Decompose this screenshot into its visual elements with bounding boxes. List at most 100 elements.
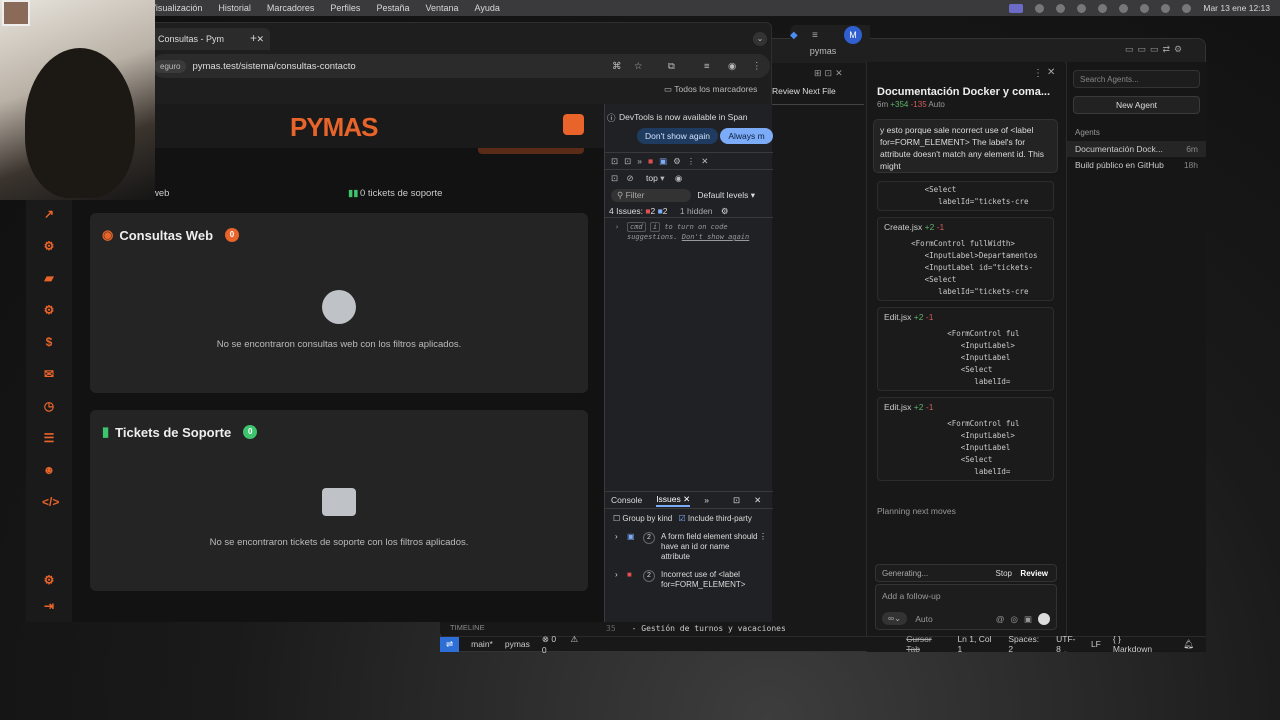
dollar-icon[interactable]: $: [42, 335, 56, 349]
chevron-right-icon[interactable]: ›: [615, 570, 618, 580]
diff-card[interactable]: Edit.jsx +2 -1 <FormControl ful <InputLa…: [877, 307, 1054, 391]
search-agents-input[interactable]: Search Agents...: [1073, 70, 1200, 88]
more-tabs-icon[interactable]: »: [704, 495, 709, 505]
project-name[interactable]: pymas: [505, 639, 530, 649]
issues-summary[interactable]: 4 Issues: ■2 ■2 1 hidden ⚙: [605, 204, 773, 218]
new-tab-button[interactable]: +: [250, 31, 257, 45]
menu-item-view[interactable]: Visualización: [150, 3, 202, 13]
gear-icon[interactable]: ⚙: [42, 239, 56, 253]
code-icon[interactable]: </>: [42, 495, 59, 509]
encoding[interactable]: UTF-8: [1056, 634, 1079, 654]
git-branch[interactable]: main*: [471, 639, 493, 649]
menu-item-help[interactable]: Ayuda: [475, 3, 500, 13]
control-center-icon[interactable]: [1182, 3, 1192, 13]
reading-list-icon[interactable]: ≡: [704, 61, 710, 72]
menu-item-history[interactable]: Historial: [218, 3, 251, 13]
dont-show-again-button[interactable]: Don't show again: [637, 128, 718, 144]
menu-item-profiles[interactable]: Perfiles: [330, 3, 360, 13]
agent-item[interactable]: Documentación Dock... 6m: [1067, 141, 1206, 157]
context-select[interactable]: top: [646, 173, 658, 183]
gear-icon[interactable]: ⚙: [42, 573, 56, 587]
tasks-icon[interactable]: ☰: [42, 431, 56, 445]
model-select[interactable]: Auto: [915, 614, 933, 624]
notifications-icon[interactable]: 🔔︎: [1183, 639, 1194, 650]
avatar[interactable]: M: [844, 26, 862, 44]
mail-icon[interactable]: ✉: [42, 367, 56, 381]
url-text[interactable]: pymas.test/sistema/consultas-contacto: [192, 61, 355, 72]
address-bar[interactable]: eguro pymas.test/sistema/consultas-conta…: [152, 54, 770, 78]
cursor-tab-status[interactable]: Cursor Tab: [906, 634, 945, 654]
chevron-right-icon[interactable]: ›: [615, 532, 618, 542]
more-icon[interactable]: ⋮: [759, 532, 767, 542]
bluetooth-icon[interactable]: [1119, 3, 1129, 13]
review-button[interactable]: Review: [1020, 569, 1048, 578]
close-icon[interactable]: ✕: [1047, 67, 1055, 78]
more-icon[interactable]: ⋮: [752, 61, 762, 72]
mention-icon[interactable]: @: [996, 614, 1005, 624]
diff-card[interactable]: Edit.jsx +2 -1 <FormControl ful <InputLa…: [877, 397, 1054, 481]
issue-item[interactable]: › ■ 2 Incorrect use of <label for=FORM_E…: [605, 570, 773, 594]
new-agent-button[interactable]: New Agent: [1073, 96, 1200, 114]
agent-item[interactable]: Build público en GitHub 18h: [1067, 157, 1206, 173]
diff-card[interactable]: Create.jsx +2 -1 <FormControl fullWidth>…: [877, 217, 1054, 301]
group-by-kind-checkbox[interactable]: ☐ Group by kind: [613, 514, 672, 523]
log-levels-select[interactable]: Default levels ▾: [697, 190, 755, 200]
close-drawer-icon[interactable]: ✕: [754, 495, 761, 506]
language-mode[interactable]: { } Markdown: [1113, 634, 1171, 654]
status-icon[interactable]: [1056, 3, 1066, 13]
notifications-button[interactable]: [563, 114, 584, 135]
layout-toggle-icons[interactable]: ▭▭▭⇄⚙: [1125, 44, 1201, 56]
eol[interactable]: LF: [1091, 639, 1101, 649]
extension-icon[interactable]: ◆: [790, 30, 798, 41]
bookmark-star-icon[interactable]: ☆: [634, 61, 643, 72]
dont-show-link[interactable]: Don't show again: [682, 233, 749, 241]
followup-input[interactable]: Add a follow-up ∞⌄ Auto @ ◎ ▣: [875, 584, 1057, 630]
third-party-checkbox[interactable]: ☑ Include third-party: [678, 514, 751, 523]
status-icon[interactable]: [1035, 3, 1045, 13]
app-logo[interactable]: PYMAS: [290, 112, 378, 144]
chevron-right-icon[interactable]: ›: [615, 222, 619, 232]
problems-count[interactable]: ⊗ 0 ⚠ 0: [542, 634, 594, 655]
timeline-section[interactable]: TIMELINE: [440, 620, 606, 634]
settings-icon[interactable]: ⚙: [721, 206, 729, 216]
review-next-file-button[interactable]: Review Next File: [772, 86, 864, 102]
gear-icon[interactable]: ⚙: [42, 303, 56, 317]
security-chip[interactable]: eguro: [154, 59, 187, 73]
cursor-position[interactable]: Ln 1, Col 1: [957, 634, 996, 654]
logout-icon[interactable]: ⇥: [42, 599, 56, 613]
wifi-icon[interactable]: [1140, 3, 1150, 13]
issue-item[interactable]: › ▣ 2 A form field element should have a…: [605, 532, 773, 566]
translate-icon[interactable]: ⌘: [612, 61, 622, 72]
truck-icon[interactable]: ▰: [42, 271, 56, 285]
infinity-mode-icon[interactable]: ∞⌄: [882, 612, 908, 625]
devtools-toolbar[interactable]: ⊡⊡»■▣⚙⋮✕: [605, 152, 773, 170]
menubar-clock[interactable]: Mar 13 ene 12:13: [1203, 3, 1270, 13]
more-icon[interactable]: ⋮: [1033, 68, 1043, 79]
dock-icon[interactable]: ⊡: [733, 495, 740, 506]
status-icon[interactable]: [1077, 3, 1087, 13]
filter-input[interactable]: ⚲ Filter: [611, 189, 691, 202]
close-tab-icon[interactable]: ✕: [256, 34, 264, 44]
profile-icon[interactable]: ◉: [728, 61, 736, 72]
image-icon[interactable]: ▣: [1024, 614, 1032, 625]
all-bookmarks[interactable]: ▭ Todos los marcadores: [664, 84, 774, 98]
editor-actions-icons[interactable]: ⊞⊡✕: [814, 68, 864, 80]
users-icon[interactable]: ☻: [42, 463, 56, 477]
clear-icon[interactable]: ⊘: [627, 173, 634, 183]
menu-item-window[interactable]: Ventana: [425, 3, 458, 13]
screen-share-icon[interactable]: [1009, 3, 1024, 13]
stop-button[interactable]: Stop: [996, 569, 1012, 578]
menu-icon[interactable]: ≡: [812, 30, 818, 41]
tab-search-icon[interactable]: ⌄: [753, 32, 767, 46]
indentation[interactable]: Spaces: 2: [1008, 634, 1044, 654]
globe-icon[interactable]: ◎: [1011, 614, 1018, 625]
clock-icon[interactable]: ◷: [42, 399, 56, 413]
stop-generation-icon[interactable]: [1038, 613, 1050, 625]
sidebar-toggle-icon[interactable]: ⊡: [611, 173, 618, 183]
status-icon[interactable]: [1098, 3, 1108, 13]
tab-issues[interactable]: Issues ✕: [656, 494, 691, 507]
always-match-button[interactable]: Always m: [720, 128, 773, 144]
search-icon[interactable]: [1161, 3, 1171, 13]
eye-icon[interactable]: ◉: [675, 173, 682, 183]
menu-item-tab[interactable]: Pestaña: [376, 3, 409, 13]
